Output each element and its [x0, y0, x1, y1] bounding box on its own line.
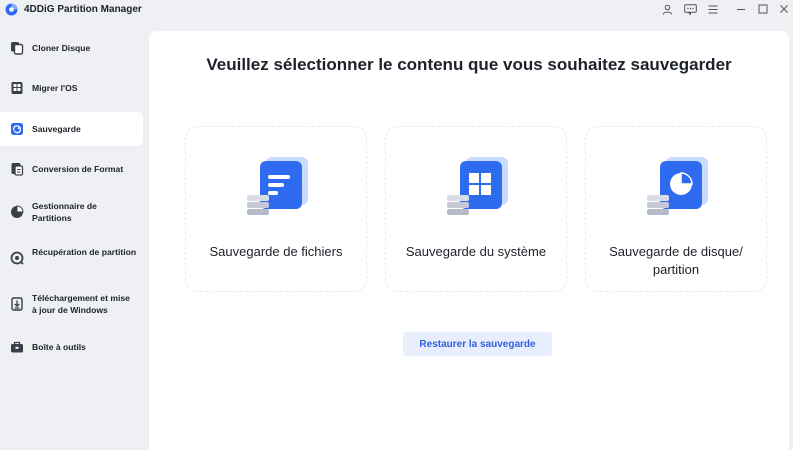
sidebar-item-label: Téléchargement et mise à jour de Windows [32, 293, 130, 315]
partition-manager-icon [11, 205, 24, 218]
toolbox-icon [11, 341, 23, 353]
app-title: 4DDiG Partition Manager [24, 4, 142, 15]
user-icon[interactable] [659, 2, 675, 16]
migrate-os-icon [11, 82, 23, 94]
system-backup-icon [447, 157, 508, 215]
file-backup-card[interactable]: Sauvegarde de fichiers [185, 126, 367, 292]
partition-recovery-icon [10, 251, 24, 265]
system-backup-card[interactable]: Sauvegarde du système [385, 126, 567, 292]
sidebar-item-migrer-os[interactable]: Migrer l'OS [0, 72, 143, 104]
disk-partition-backup-icon [647, 157, 708, 215]
disk-partition-backup-card[interactable]: Sauvegarde de disque/ partition [585, 126, 767, 292]
menu-icon[interactable] [705, 2, 721, 16]
sidebar-item-label: Conversion de Format [32, 164, 124, 174]
sidebar-item-conversion-format[interactable]: Conversion de Format [0, 153, 143, 185]
card-label: Sauvegarde du système [405, 244, 547, 259]
page-title: Veuillez sélectionner le contenu que vou… [206, 55, 732, 74]
restore-backup-button[interactable]: Restaurer la sauvegarde [403, 332, 552, 356]
app-logo-icon [5, 3, 18, 16]
sidebar-item-gestionnaire-partitions[interactable]: Gestionnaire de Partitions [0, 193, 143, 231]
close-icon[interactable] [776, 2, 792, 16]
backup-icon [11, 123, 23, 135]
sidebar-item-sauvegarde[interactable]: Sauvegarde [0, 112, 143, 146]
card-label: Sauvegarde de disque/ partition [609, 244, 743, 277]
maximize-icon[interactable] [755, 2, 771, 16]
sidebar-item-label: Boîte à outils [32, 342, 86, 352]
minimize-icon[interactable] [733, 2, 749, 16]
sidebar-item-label: Récupération de partition [32, 247, 137, 257]
sidebar-item-telechargement-windows[interactable]: Téléchargement et mise à jour de Windows [0, 285, 143, 323]
feedback-icon[interactable] [682, 2, 698, 16]
main-panel: Veuillez sélectionner le contenu que vou… [149, 31, 789, 450]
sidebar-item-label: Gestionnaire de Partitions [32, 201, 97, 223]
convert-format-icon [11, 163, 24, 176]
sidebar-item-label: Sauvegarde [32, 124, 81, 134]
sidebar-item-label: Cloner Disque [32, 43, 91, 53]
sidebar-item-boite-outils[interactable]: Boîte à outils [0, 331, 143, 363]
card-label: Sauvegarde de fichiers [209, 244, 343, 259]
file-backup-icon [247, 157, 308, 215]
sidebar-item-cloner-disque[interactable]: Cloner Disque [0, 32, 143, 64]
clone-disk-icon [11, 42, 24, 55]
title-bar: 4DDiG Partition Manager [0, 0, 793, 20]
sidebar-item-label: Migrer l'OS [32, 83, 78, 93]
windows-download-icon [11, 297, 23, 311]
sidebar-item-recuperation-partition[interactable]: Récupération de partition [0, 239, 143, 277]
